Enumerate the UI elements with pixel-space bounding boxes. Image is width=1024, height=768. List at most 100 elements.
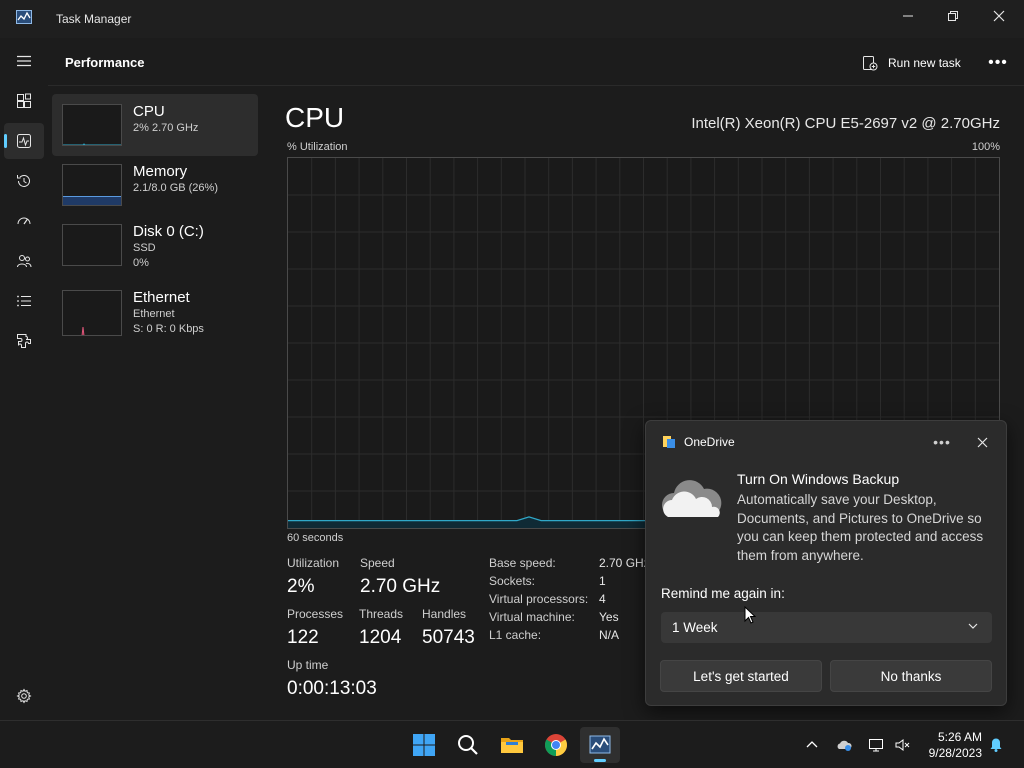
page-title: Performance (65, 55, 145, 70)
nav-settings[interactable] (4, 678, 44, 714)
close-icon (977, 437, 987, 447)
startup-apps-icon (17, 217, 31, 225)
threads-value: 1204 (359, 627, 402, 648)
app-history-icon (17, 175, 30, 187)
lets-get-started-button[interactable]: Let's get started (660, 660, 822, 692)
base-speed-value: 2.70 GHz (599, 556, 650, 570)
sockets-label: Sockets: (489, 574, 536, 588)
taskbar: 5:26 AM 9/28/2023 (0, 720, 1024, 768)
task-manager-app-icon (16, 10, 32, 24)
notifications-button[interactable] (986, 735, 1006, 755)
more-options-button[interactable]: ••• (986, 52, 1010, 74)
notification-app-name: OneDrive (684, 435, 735, 449)
search-icon (458, 735, 478, 755)
task-manager-icon (589, 735, 611, 754)
threads-label: Threads (359, 607, 404, 621)
search-button[interactable] (448, 727, 488, 763)
nav-services[interactable] (4, 323, 44, 359)
handles-label: Handles (422, 607, 467, 621)
task-manager-taskbar-button[interactable] (580, 727, 620, 763)
onedrive-notification: OneDrive ••• Turn On Windows Backup Auto… (645, 420, 1007, 706)
show-hidden-icons-button[interactable] (802, 735, 822, 755)
sockets-value: 1 (599, 574, 606, 588)
hamburger-menu-icon (17, 55, 31, 67)
resource-name: Memory (133, 163, 188, 180)
no-thanks-button[interactable]: No thanks (830, 660, 992, 692)
virtual-processors-value: 4 (599, 592, 606, 606)
onedrive-tray-button[interactable] (834, 735, 854, 755)
services-icon (17, 334, 31, 348)
window-title: Task Manager (56, 12, 132, 26)
onedrive-cloud-icon (837, 740, 852, 751)
notification-more-button[interactable]: ••• (928, 431, 956, 453)
virtual-machine-label: Virtual machine: (489, 610, 575, 624)
details-icon (17, 295, 31, 307)
chrome-button[interactable] (536, 727, 576, 763)
notification-body: Automatically save your Desktop, Documen… (737, 492, 984, 563)
settings-icon (16, 688, 32, 704)
nav-performance[interactable] (4, 123, 44, 159)
nav-details[interactable] (4, 283, 44, 319)
nav-users[interactable] (4, 243, 44, 279)
remind-interval-select[interactable]: 1 Week (661, 612, 992, 643)
chrome-icon (545, 734, 567, 756)
run-new-task-button[interactable]: Run new task (862, 52, 961, 74)
resource-item-memory[interactable]: Memory 2.1/8.0 GB (26%) (52, 156, 258, 218)
ethernet-thumbnail-graph (62, 290, 122, 336)
utilization-value: 2% (287, 576, 315, 597)
close-button[interactable] (976, 0, 1022, 32)
run-new-task-label: Run new task (888, 56, 961, 70)
resource-detail: S: 0 R: 0 Kbps (133, 323, 204, 335)
maximize-button[interactable] (930, 0, 976, 32)
l1-cache-value: N/A (599, 628, 620, 642)
network-button[interactable] (866, 735, 886, 755)
notification-close-button[interactable] (968, 431, 996, 453)
clock-time[interactable]: 5:26 AM (920, 730, 982, 744)
performance-icon (17, 134, 31, 148)
virtual-machine-value: Yes (599, 610, 619, 624)
page-header: Performance Run new task ••• (48, 38, 1024, 86)
clock-date[interactable]: 9/28/2023 (910, 746, 982, 760)
volume-muted-icon (895, 739, 910, 751)
minimize-button[interactable] (885, 0, 931, 32)
resource-item-disk[interactable]: Disk 0 (C:) SSD 0% (52, 218, 258, 280)
resource-detail: SSD (133, 242, 156, 254)
onedrive-app-icon (663, 436, 675, 448)
resource-name: Ethernet (133, 289, 190, 306)
remind-label: Remind me again in: (661, 586, 785, 601)
file-explorer-button[interactable] (492, 727, 532, 763)
minimize-icon (903, 15, 913, 17)
nav-startup-apps[interactable] (4, 203, 44, 239)
start-button[interactable] (404, 727, 444, 763)
chevron-down-icon (968, 623, 978, 629)
graph-x-axis-label: 60 seconds (287, 532, 344, 544)
handles-value: 50743 (422, 627, 475, 648)
nav-processes[interactable] (4, 83, 44, 119)
volume-button[interactable] (892, 735, 912, 755)
cpu-model-name: Intel(R) Xeon(R) CPU E5-2697 v2 @ 2.70GH… (691, 115, 1000, 132)
resource-item-ethernet[interactable]: Ethernet Ethernet S: 0 R: 0 Kbps (52, 284, 258, 346)
remind-interval-value: 1 Week (672, 620, 718, 635)
nav-app-history[interactable] (4, 163, 44, 199)
uptime-label: Up time (287, 658, 329, 672)
cloud-icon (662, 480, 722, 517)
resource-detail: Ethernet (133, 308, 175, 320)
resource-item-cpu[interactable]: CPU 2% 2.70 GHz (52, 94, 258, 156)
hamburger-menu-button[interactable] (4, 43, 44, 79)
graph-y-max-label: 100% (971, 141, 1000, 153)
processes-icon (17, 93, 31, 108)
cpu-thumbnail-graph (62, 104, 122, 146)
speed-label: Speed (360, 556, 395, 570)
disk-thumbnail-graph (62, 224, 122, 266)
base-speed-label: Base speed: (489, 556, 556, 570)
notification-heading: Turn On Windows Backup (737, 471, 900, 487)
utilization-label: Utilization (287, 556, 340, 570)
chevron-up-icon (806, 741, 818, 748)
run-task-icon (863, 56, 878, 71)
folder-icon (501, 738, 523, 753)
resource-detail: 2.1/8.0 GB (26%) (133, 182, 218, 194)
resource-detail: 0% (133, 257, 149, 269)
memory-thumbnail-graph (62, 164, 122, 206)
close-icon (993, 10, 1005, 22)
resource-name: Disk 0 (C:) (133, 223, 204, 240)
